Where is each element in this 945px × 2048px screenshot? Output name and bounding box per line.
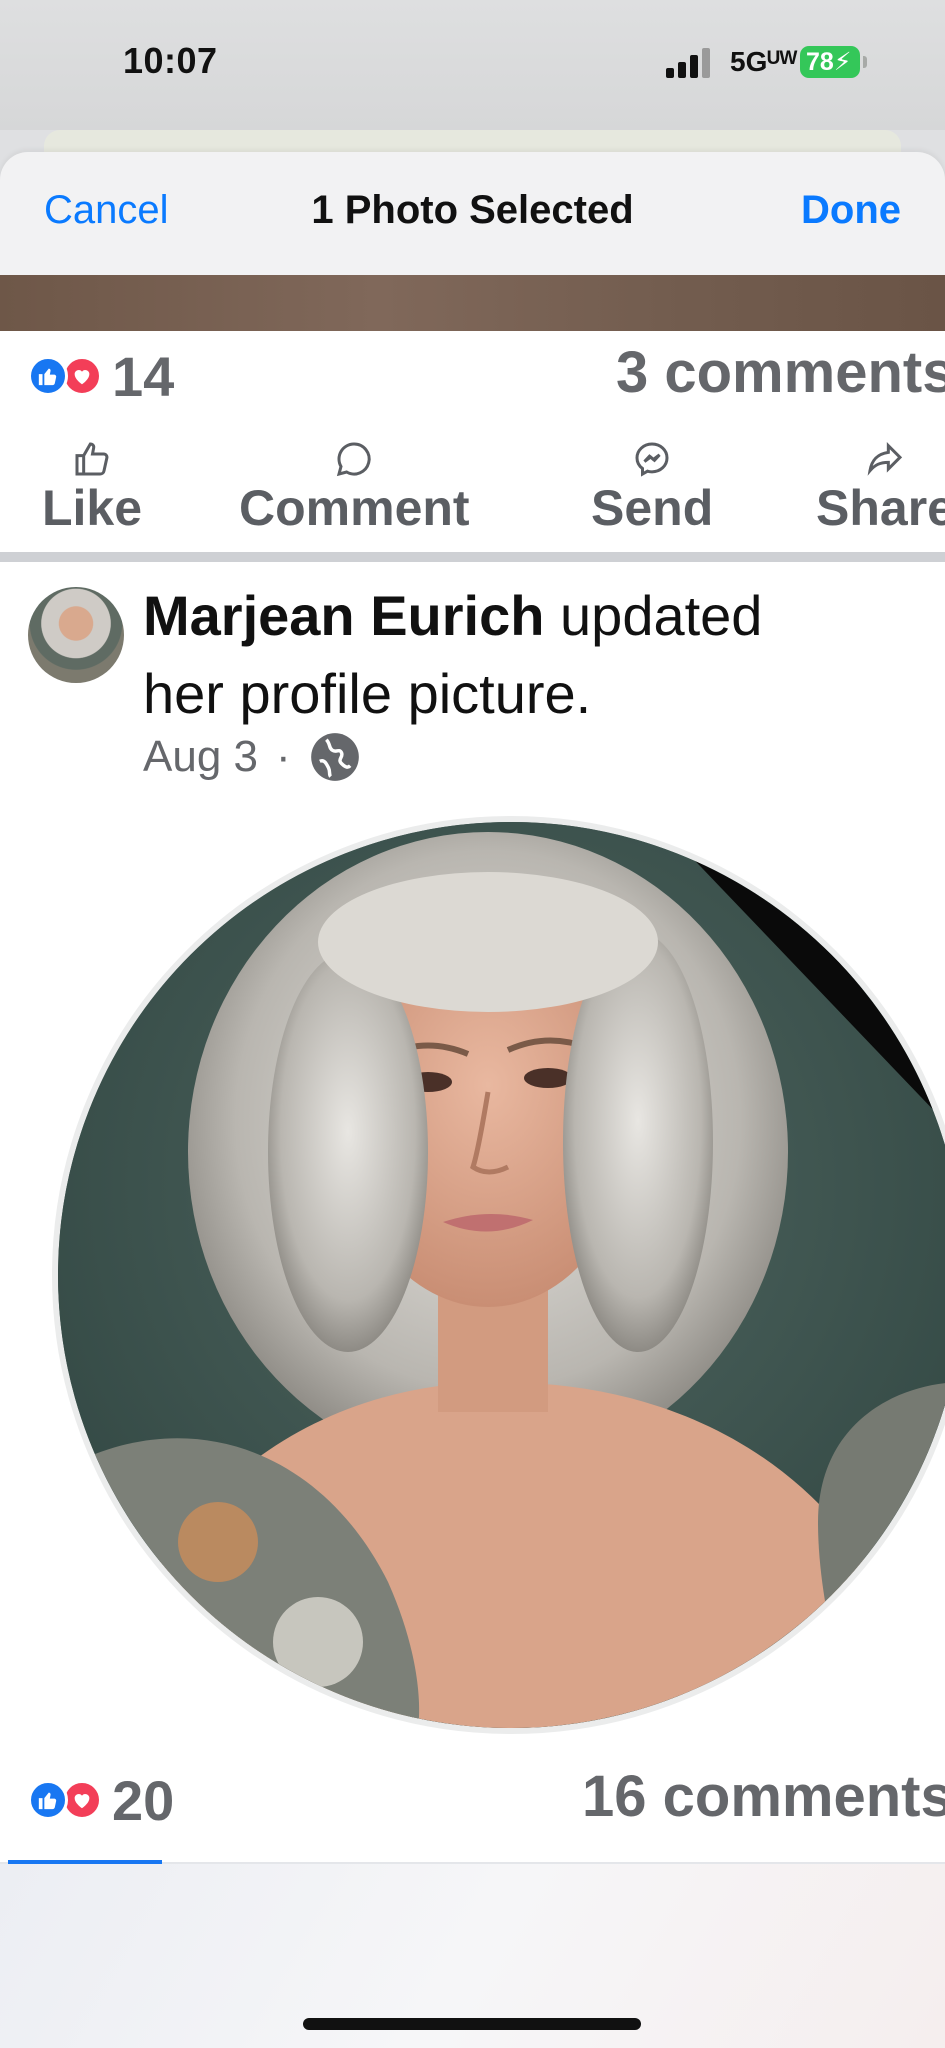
profile-picture[interactable] xyxy=(52,816,945,1734)
reactions-group[interactable]: 14 xyxy=(28,331,174,421)
send-label: Send xyxy=(591,480,714,536)
thumbs-up-icon xyxy=(75,442,109,476)
reaction-count: 14 xyxy=(112,344,175,408)
post-date[interactable]: Aug 3 xyxy=(143,732,258,782)
like-button[interactable]: Like xyxy=(42,439,142,537)
reactions-group-2[interactable]: 20 xyxy=(28,1755,174,1845)
post-headline: Marjean Eurich updated xyxy=(143,583,923,649)
reaction-summary-2[interactable]: 20 16 comments xyxy=(0,1755,945,1845)
reaction-count-2: 20 xyxy=(112,1768,175,1832)
network-type: 5Gᵁᵂ xyxy=(730,46,798,77)
clock: 10:07 xyxy=(123,40,218,81)
post-meta: Aug 3 · xyxy=(143,731,361,783)
comments-count[interactable]: 3 comments xyxy=(616,339,945,406)
love-reaction-icon xyxy=(62,1780,102,1820)
previous-photo-strip xyxy=(0,275,945,331)
comment-label: Comment xyxy=(239,480,470,536)
home-indicator[interactable] xyxy=(303,2018,641,2030)
comments-count-2[interactable]: 16 comments xyxy=(582,1763,945,1830)
author-avatar[interactable] xyxy=(28,587,124,683)
post-action-bar: Like Comment Send Share xyxy=(0,439,945,543)
comment-icon xyxy=(337,442,371,477)
love-reaction-icon xyxy=(62,356,102,396)
reaction-summary[interactable]: 14 3 comments xyxy=(0,331,945,421)
like-reaction-icon xyxy=(28,356,68,396)
post-headline-line2: her profile picture. xyxy=(143,662,592,725)
battery-cap xyxy=(863,56,867,68)
profile-photo-image xyxy=(58,822,945,1728)
share-button[interactable]: Share xyxy=(816,439,945,537)
comment-button[interactable]: Comment xyxy=(239,439,470,537)
share-label: Share xyxy=(816,480,945,536)
photo-selection-header: Cancel 1 Photo Selected Done xyxy=(0,152,945,275)
like-reaction-icon xyxy=(28,1780,68,1820)
share-icon xyxy=(868,442,903,476)
status-bar: 10:07 5Gᵁᵂ 78⚡ xyxy=(0,0,945,130)
meta-separator: · xyxy=(275,732,291,781)
author-name[interactable]: Marjean Eurich xyxy=(143,584,544,647)
facebook-feed[interactable]: 14 3 comments Like Comment Send Share Ma… xyxy=(0,331,945,1864)
send-button[interactable]: Send xyxy=(591,439,713,537)
post-action-text: updated xyxy=(544,584,763,647)
like-label: Like xyxy=(42,480,143,536)
globe-icon xyxy=(310,733,359,781)
cellular-signal-icon xyxy=(666,48,710,78)
post-divider xyxy=(0,552,945,562)
done-button[interactable]: Done xyxy=(801,188,901,233)
messenger-icon xyxy=(635,442,669,477)
battery-icon: 78⚡ xyxy=(800,46,860,78)
battery-level: 78 xyxy=(806,48,834,76)
